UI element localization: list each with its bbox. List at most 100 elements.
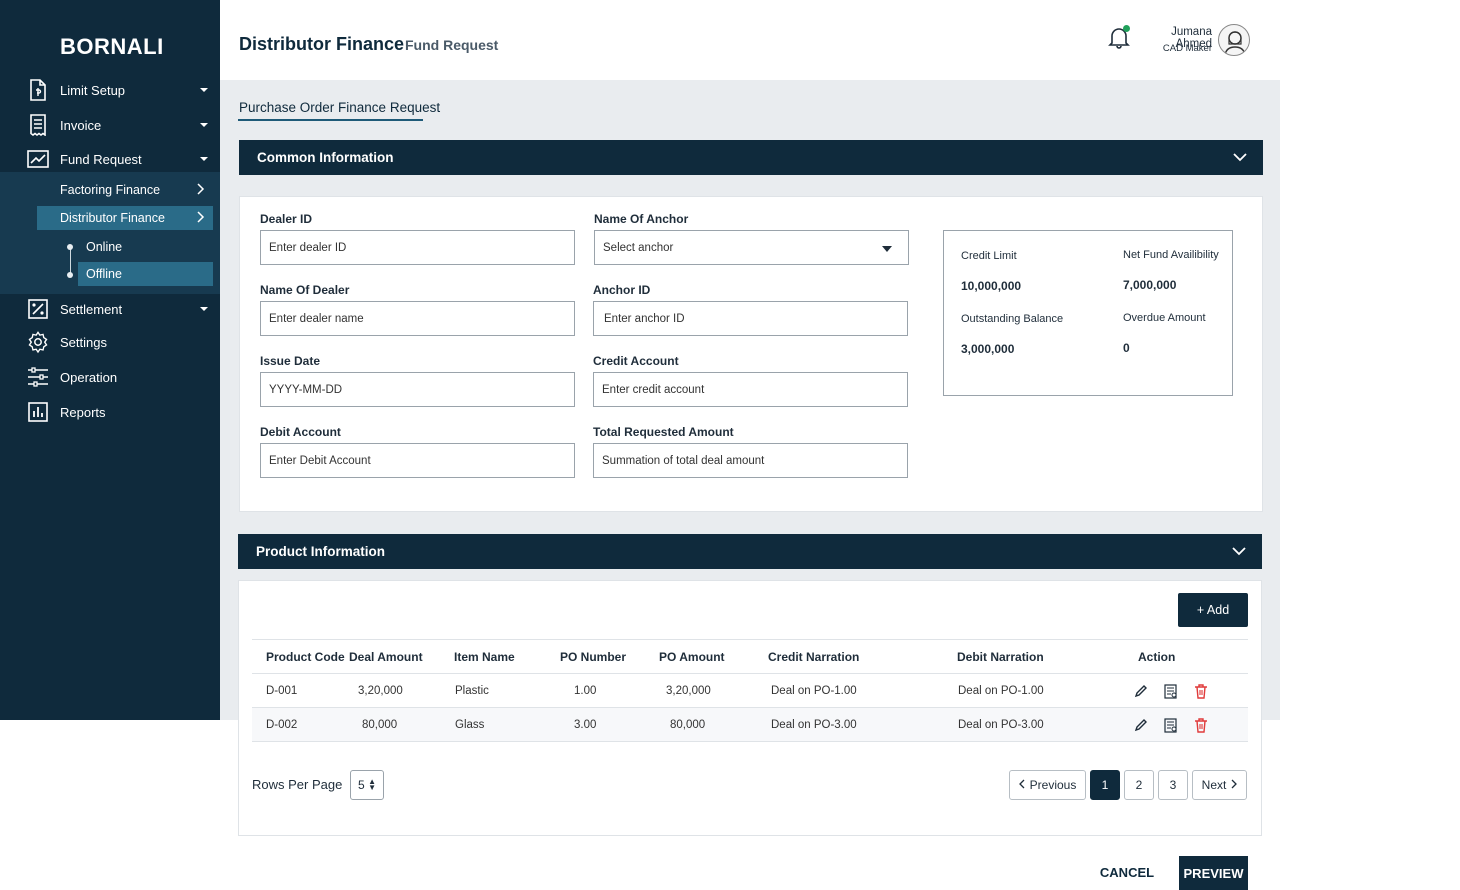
po-number-cell: 1.00	[560, 673, 659, 708]
total-requested-label: Total Requested Amount	[593, 425, 734, 439]
column-header: Deal Amount	[349, 639, 454, 674]
anchor-id-input[interactable]	[593, 301, 908, 336]
debit-narration-cell: Deal on PO-1.00	[957, 673, 1129, 708]
outstanding-value: 3,000,000	[961, 342, 1015, 356]
column-header: PO Number	[560, 639, 659, 674]
chevron-right-icon	[1231, 778, 1238, 792]
sliders-icon	[27, 366, 49, 388]
add-product-button[interactable]: + Add	[1178, 593, 1248, 627]
rows-per-page-select[interactable]: 5 ▲ ▼	[350, 770, 384, 800]
sidebar-item-invoice[interactable]: Invoice	[0, 110, 220, 140]
user-role: CAD Maker	[1162, 43, 1212, 54]
credit-limit-value: 10,000,000	[961, 279, 1022, 293]
total-requested-input[interactable]	[593, 443, 908, 478]
sidebar-subitem-label: Offline	[86, 267, 122, 281]
outstanding-label: Outstanding Balance	[961, 313, 1064, 325]
common-information-header[interactable]: Common Information	[239, 140, 1263, 175]
issue-date-input[interactable]	[260, 372, 575, 407]
action-cell	[1129, 707, 1248, 742]
edit-pencil-icon[interactable]	[1134, 684, 1148, 698]
sidebar-subitem-label: Online	[86, 240, 123, 254]
caret-down-icon	[882, 246, 892, 252]
caret-down-icon	[200, 307, 208, 311]
preview-button[interactable]: PREVIEW	[1179, 856, 1248, 890]
product-code-cell: D-002	[252, 707, 349, 742]
anchor-id-label: Anchor ID	[593, 283, 651, 297]
trash-icon[interactable]	[1194, 717, 1208, 733]
top-header: Distributor Finance Fund Request Jumana …	[220, 0, 1280, 80]
next-page-button[interactable]: Next	[1192, 770, 1247, 800]
sidebar-item-limit-setup[interactable]: Limit Setup	[0, 75, 220, 105]
po-number-cell: 3.00	[560, 707, 659, 742]
item-name-cell: Plastic	[454, 673, 560, 708]
chevron-down-icon[interactable]	[1233, 150, 1247, 164]
chart-line-icon	[27, 148, 49, 170]
section-title: Common Information	[257, 150, 394, 165]
rows-per-page-label: Rows Per Page	[252, 777, 343, 792]
tab-purchase-order-finance-request[interactable]: Purchase Order Finance Request	[239, 100, 440, 119]
cancel-button[interactable]: CANCEL	[1094, 857, 1160, 887]
trash-icon[interactable]	[1194, 683, 1208, 699]
chevron-right-icon	[197, 210, 205, 226]
debit-account-label: Debit Account	[260, 425, 341, 439]
document-icon	[27, 79, 49, 101]
chevron-down-icon[interactable]	[1232, 544, 1246, 558]
brand-logo: BORNALI	[60, 34, 164, 59]
issue-date-label: Issue Date	[260, 354, 321, 368]
previous-page-button[interactable]: Previous	[1009, 770, 1086, 800]
sidebar-item-reports[interactable]: Reports	[0, 397, 220, 427]
page-3-button[interactable]: 3	[1158, 770, 1188, 800]
sidebar-item-online[interactable]: Online	[63, 235, 213, 259]
avatar[interactable]	[1218, 24, 1250, 56]
dealer-id-label: Dealer ID	[260, 212, 313, 226]
sidebar-item-factoring-finance[interactable]: Factoring Finance	[37, 178, 213, 202]
credit-account-input[interactable]	[593, 372, 908, 407]
tab-active-indicator	[238, 119, 423, 121]
sidebar-item-distributor-finance[interactable]: Distributor Finance	[37, 206, 213, 230]
anchor-name-label: Name Of Anchor	[594, 212, 689, 226]
sidebar-item-settings[interactable]: Settings	[0, 327, 220, 357]
page-title: Distributor Finance	[239, 34, 405, 54]
credit-summary-box: Credit Limit 10,000,000 Net Fund Availib…	[943, 230, 1233, 396]
sidebar-item-label: Fund Request	[60, 151, 142, 167]
sidebar-item-offline[interactable]: Offline	[78, 262, 213, 286]
page-subtitle: Fund Request	[405, 37, 499, 53]
sidebar-item-label: Settlement	[60, 301, 123, 317]
page-2-button[interactable]: 2	[1124, 770, 1154, 800]
dealer-id-input[interactable]	[260, 230, 575, 265]
column-header: PO Amount	[659, 639, 768, 674]
table-row: D-002 80,000 Glass 3.00 80,000 Deal on P…	[252, 707, 1248, 742]
column-header: Debit Narration	[957, 639, 1129, 674]
dealer-name-input[interactable]	[260, 301, 575, 336]
net-fund-label: Net Fund Availibility	[1123, 249, 1219, 261]
credit-limit-label: Credit Limit	[961, 250, 1017, 262]
overdue-label: Overdue Amount	[1123, 312, 1206, 324]
sidebar-subitem-label: Factoring Finance	[60, 183, 161, 197]
debit-account-input[interactable]	[260, 443, 575, 478]
sidebar-item-operation[interactable]: Operation	[0, 362, 220, 392]
sidebar-item-label: Reports	[60, 404, 106, 420]
view-document-icon[interactable]	[1164, 717, 1178, 733]
view-document-icon[interactable]	[1164, 683, 1178, 699]
dealer-name-label: Name Of Dealer	[260, 283, 350, 297]
credit-account-label: Credit Account	[593, 354, 679, 368]
page-1-button[interactable]: 1	[1090, 770, 1120, 800]
tree-node-dot	[67, 272, 73, 278]
table-header-row: Product Code Deal Amount Item Name PO Nu…	[252, 639, 1248, 674]
po-amount-cell: 80,000	[659, 707, 768, 742]
net-fund-value: 7,000,000	[1123, 278, 1177, 292]
product-information-header[interactable]: Product Information	[238, 534, 1262, 569]
anchor-select[interactable]: Select anchor	[594, 230, 909, 265]
sidebar-item-label: Invoice	[60, 117, 102, 133]
column-header: Action	[1129, 639, 1248, 674]
overdue-value: 0	[1123, 341, 1130, 355]
sidebar-item-label: Settings	[60, 334, 107, 350]
sidebar-item-settlement[interactable]: Settlement	[0, 294, 220, 324]
column-header: Item Name	[454, 639, 560, 674]
edit-pencil-icon[interactable]	[1134, 718, 1148, 732]
sidebar-item-fund-request[interactable]: Fund Request	[0, 144, 220, 174]
product-table: Product Code Deal Amount Item Name PO Nu…	[252, 639, 1248, 742]
caret-down-icon	[200, 88, 208, 92]
table-row: D-001 3,20,000 Plastic 1.00 3,20,000 Dea…	[252, 673, 1248, 708]
previous-label: Previous	[1029, 778, 1077, 792]
